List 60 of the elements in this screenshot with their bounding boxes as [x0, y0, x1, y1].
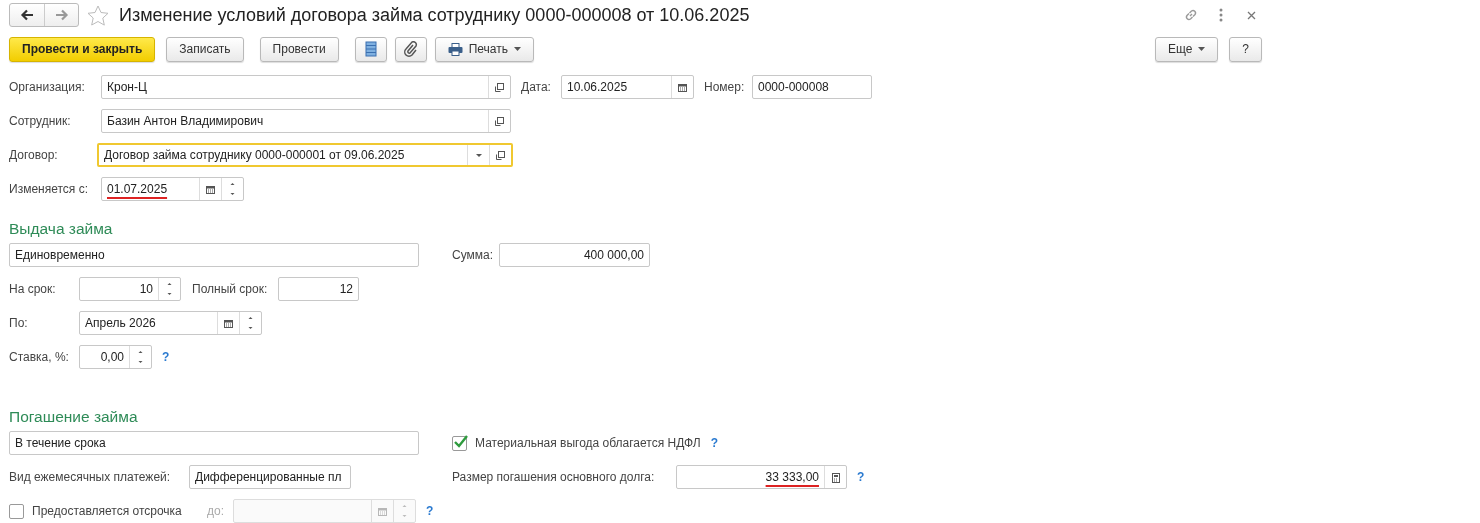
field-label: Сотрудник:	[9, 114, 72, 128]
back-icon[interactable]	[20, 9, 34, 21]
field-label: Ставка, %:	[9, 350, 70, 364]
organization-field[interactable]: Крон-Ц	[101, 75, 511, 99]
date-field[interactable]: 10.06.2025	[561, 75, 694, 99]
window-title: Изменение условий договора займа сотруднику 0000-000008 от 10.06.2025	[119, 4, 750, 26]
payment-type-field[interactable]: Дифференцированные пл	[189, 465, 351, 489]
section-title: Погашение займа	[9, 407, 139, 426]
star-icon[interactable]	[87, 4, 109, 26]
issue-method-field[interactable]: Единовременно	[9, 243, 419, 267]
caret-icon[interactable]	[474, 152, 483, 158]
date-field[interactable]: 01.07.2025	[101, 177, 244, 201]
number-field[interactable]: 0000-000008	[752, 75, 872, 99]
forward-icon[interactable]	[54, 9, 69, 21]
calendar-icon[interactable]	[223, 317, 234, 329]
field-label: Сумма:	[452, 248, 495, 262]
until-field[interactable]: Апрель 2026	[79, 311, 262, 335]
help-link[interactable]: ?	[162, 350, 170, 364]
field-label: Организация:	[9, 80, 86, 94]
field-label: до:	[207, 504, 225, 518]
field-label: Изменяется с:	[9, 182, 89, 196]
open-icon[interactable]	[494, 81, 505, 93]
field-label: Договор:	[9, 148, 59, 162]
field-label: Вид ежемесячных платежей:	[9, 470, 172, 484]
field-label: Дата:	[521, 80, 552, 94]
printer-icon	[447, 42, 463, 56]
principal-field[interactable]: 33 333,00	[676, 465, 847, 489]
toolbar-button[interactable]: Записать	[166, 36, 244, 62]
field-label: На срок:	[9, 282, 57, 296]
field-label: Полный срок:	[192, 282, 269, 296]
caret-icon	[1198, 47, 1206, 51]
print-menu-button[interactable]: Печать	[434, 36, 534, 62]
open-icon[interactable]	[495, 149, 506, 161]
help-link[interactable]: ?	[857, 470, 865, 484]
term-field[interactable]: 10	[79, 277, 181, 301]
field-label: По:	[9, 316, 29, 330]
repayment-method-field[interactable]: В течение срока	[9, 431, 419, 455]
help-link[interactable]: ?	[710, 436, 718, 450]
field-label: Номер:	[704, 80, 746, 94]
employee-field[interactable]: Базин Антон Владимирович	[101, 109, 511, 133]
section-title: Выдача займа	[9, 219, 114, 238]
contract-field[interactable]: Договор займа сотруднику 0000-000001 от 09.06.2025	[97, 143, 513, 167]
full-term-field[interactable]: 12	[278, 277, 359, 301]
help-button[interactable]: ?	[1229, 36, 1262, 62]
toolbar-button[interactable]: Провести	[259, 36, 339, 62]
checkbox-label: Материальная выгода облагается НДФЛ	[475, 436, 701, 450]
sum-field[interactable]: 400 000,00	[499, 243, 650, 267]
list-icon[interactable]	[354, 36, 387, 62]
rate-field[interactable]: 0,00	[79, 345, 152, 369]
calendar-icon[interactable]	[677, 81, 688, 93]
checkbox[interactable]	[452, 435, 467, 451]
post-and-close-button[interactable]: Провести и закрыть	[9, 36, 156, 62]
calendar-icon[interactable]	[205, 183, 216, 195]
calculator-icon[interactable]	[830, 471, 841, 483]
paperclip-icon[interactable]	[394, 36, 427, 62]
open-icon[interactable]	[494, 115, 505, 127]
more-menu-button[interactable]: Еще	[1154, 36, 1219, 62]
caret-icon	[514, 47, 521, 51]
field-label: Предоставляется отсрочка	[32, 504, 183, 518]
field-label: Размер погашения основного долга:	[452, 470, 656, 484]
